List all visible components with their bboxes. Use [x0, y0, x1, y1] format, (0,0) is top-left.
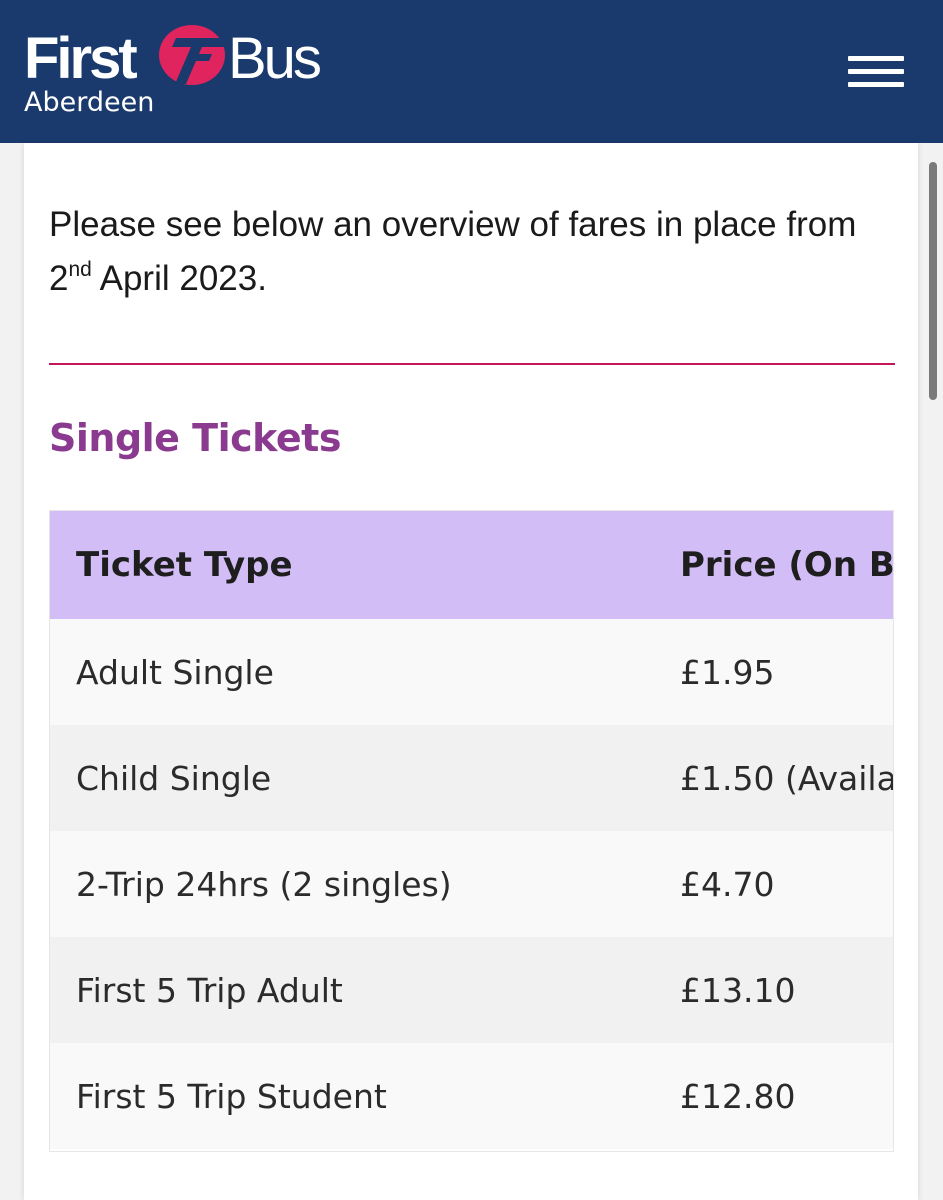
section-divider — [49, 363, 895, 365]
logo-bus-text: Bus — [228, 26, 322, 91]
price-cell: £1.50 (Available — [654, 725, 893, 831]
fares-table-container[interactable]: Ticket Type Price (On Bus) Adult Single … — [49, 510, 894, 1152]
ticket-type-cell: 2-Trip 24hrs (2 singles) — [50, 831, 654, 937]
table-row: 2-Trip 24hrs (2 singles) £4.70 — [50, 831, 893, 937]
table-row: First 5 Trip Student £12.80 — [50, 1043, 893, 1149]
menu-bar-top — [848, 56, 904, 61]
table-header-row: Ticket Type Price (On Bus) — [50, 511, 893, 619]
table-row: First 5 Trip Adult £13.10 — [50, 937, 893, 1043]
vertical-scrollbar[interactable] — [929, 162, 937, 400]
price-cell: £4.70 — [654, 831, 893, 937]
column-header-price: Price (On Bus) — [654, 511, 893, 619]
table-row: Adult Single £1.95 — [50, 619, 893, 725]
first-bus-logo[interactable]: First Bus — [24, 24, 344, 94]
ticket-type-cell: Adult Single — [50, 619, 654, 725]
ticket-type-cell: First 5 Trip Student — [50, 1043, 654, 1149]
price-cell: £1.95 — [654, 619, 893, 725]
site-header: First Bus Aberdeen — [0, 0, 943, 143]
price-cell: £13.10 — [654, 937, 893, 1043]
menu-bar-middle — [848, 69, 904, 74]
intro-text: Please see below an overview of fares in… — [49, 205, 857, 244]
logo-first-text: First — [24, 26, 138, 91]
intro-date-suffix: nd — [68, 258, 92, 281]
price-cell: £12.80 — [654, 1043, 893, 1149]
table-row: Child Single £1.50 (Available — [50, 725, 893, 831]
intro-date-rest: April 2023. — [91, 259, 267, 298]
column-header-ticket-type: Ticket Type — [50, 511, 654, 619]
city-name: Aberdeen — [24, 87, 155, 118]
ticket-type-cell: Child Single — [50, 725, 654, 831]
section-title: Single Tickets — [49, 416, 341, 460]
intro-date-day: 2 — [49, 259, 69, 298]
page-gutter-left — [0, 143, 24, 1200]
hamburger-menu-icon[interactable] — [848, 56, 904, 90]
fares-table: Ticket Type Price (On Bus) Adult Single … — [50, 511, 893, 1149]
menu-bar-bottom — [848, 82, 904, 87]
ticket-type-cell: First 5 Trip Adult — [50, 937, 654, 1043]
fares-intro-text: Please see below an overview of fares in… — [49, 198, 899, 306]
